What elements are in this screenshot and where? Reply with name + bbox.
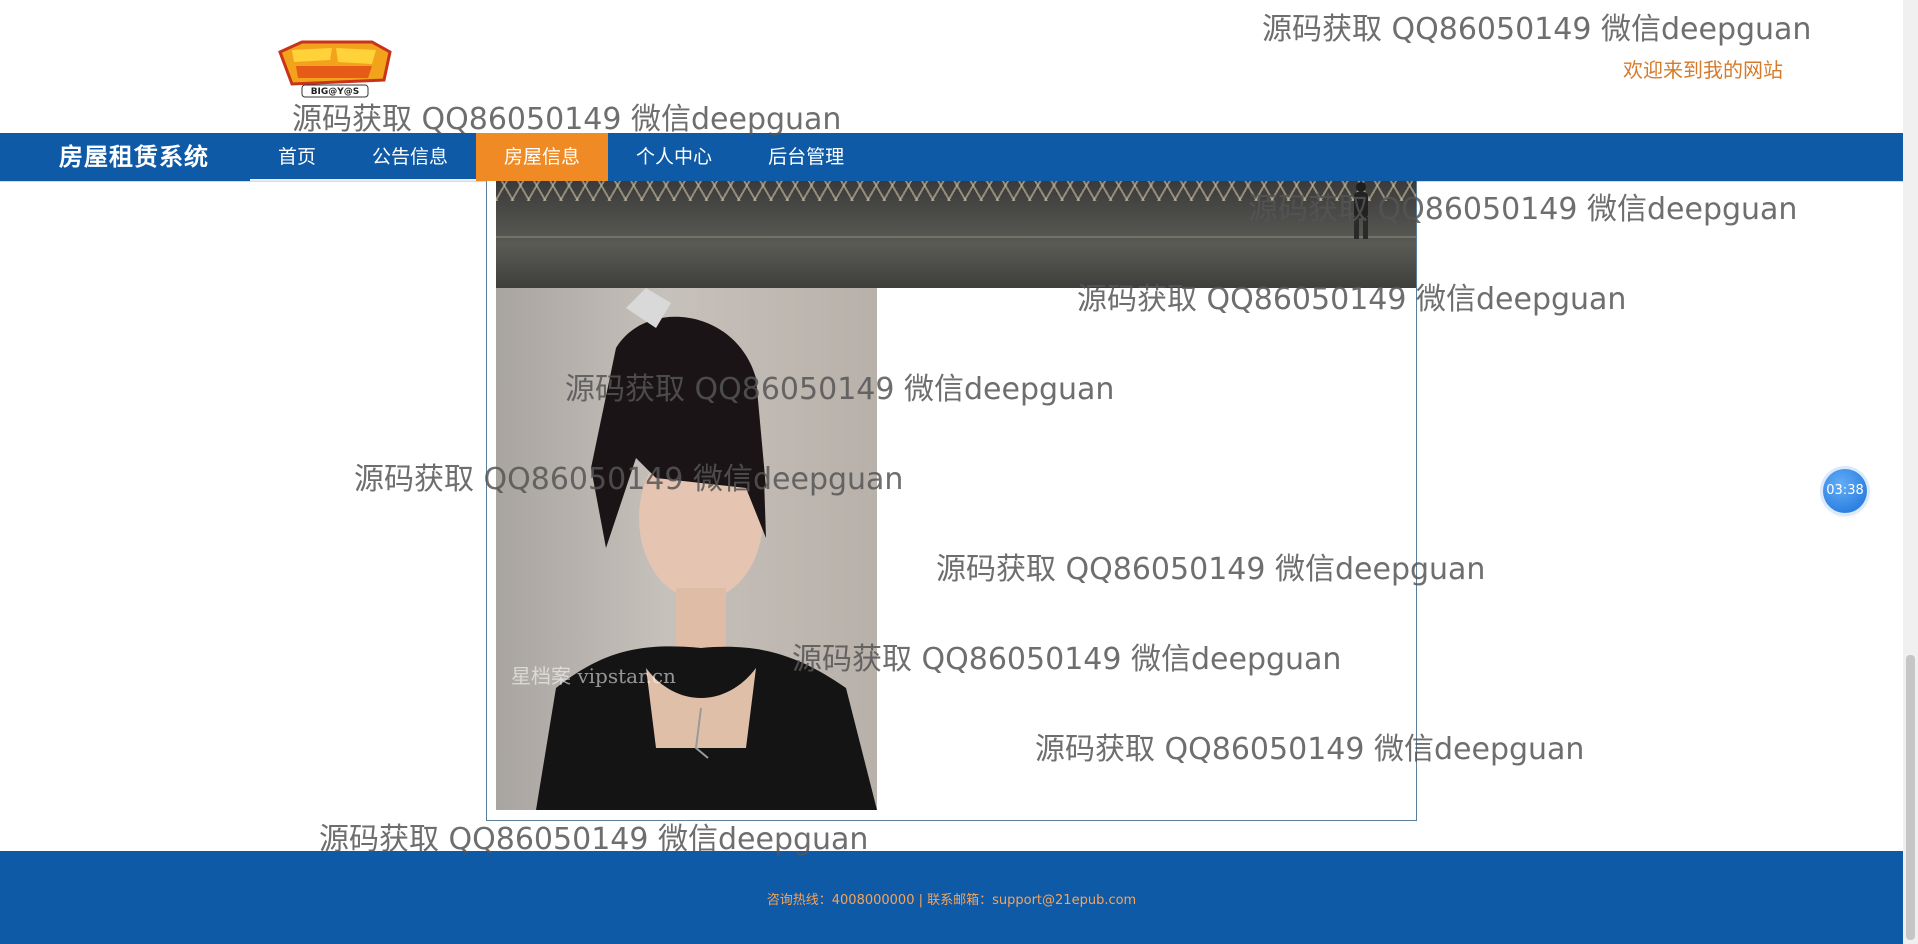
- welcome-text: 欢迎来到我的网站: [1623, 58, 1783, 82]
- photo-watermark: 星档案 vipstar.cn: [511, 664, 676, 688]
- nav-item-admin[interactable]: 后台管理: [740, 133, 872, 181]
- svg-text:BIG@Y@S: BIG@Y@S: [311, 87, 360, 97]
- photo-truss-detail: [496, 181, 1416, 201]
- nav-item-label: 个人中心: [636, 146, 713, 168]
- nav-item-label: 公告信息: [372, 146, 449, 168]
- nav-item-label: 首页: [278, 146, 317, 168]
- timer-badge[interactable]: 03:38: [1823, 469, 1867, 513]
- main-navbar: 房屋租赁系统 首页 公告信息 房屋信息 个人中心 后台管理: [0, 133, 1903, 181]
- site-brand[interactable]: 房屋租赁系统: [59, 133, 209, 181]
- nav-underline: [344, 179, 477, 181]
- nav-underline: [250, 179, 345, 181]
- nav-item-house-info[interactable]: 房屋信息: [476, 133, 609, 181]
- page-footer: 咨询热线：4008000000 | 联系邮箱：support@21epub.co…: [0, 851, 1903, 944]
- portrait-illustration: [536, 288, 877, 810]
- page-scrollbar[interactable]: [1903, 0, 1918, 944]
- photo-road-line: [496, 236, 1416, 238]
- house-detail-content: 星档案 vipstar.cn: [486, 181, 1417, 821]
- house-photo-street[interactable]: [496, 181, 1416, 288]
- nav-item-label: 后台管理: [768, 146, 845, 168]
- footer-contact: 咨询热线：4008000000 | 联系邮箱：support@21epub.co…: [766, 893, 1137, 908]
- nav-item-home[interactable]: 首页: [250, 133, 345, 181]
- photo-person-figure: [1354, 182, 1368, 239]
- scroll-thumb[interactable]: [1906, 655, 1915, 940]
- top-header: BIG@Y@S 欢迎来到我的网站: [0, 0, 1903, 133]
- nav-item-label: 房屋信息: [504, 146, 581, 168]
- nav-item-personal-center[interactable]: 个人中心: [608, 133, 740, 181]
- site-logo[interactable]: BIG@Y@S: [272, 38, 396, 98]
- nav-item-announcements[interactable]: 公告信息: [344, 133, 477, 181]
- nav-menu: 首页 公告信息 房屋信息 个人中心 后台管理: [250, 133, 872, 181]
- house-photo-portrait[interactable]: 星档案 vipstar.cn: [496, 288, 877, 810]
